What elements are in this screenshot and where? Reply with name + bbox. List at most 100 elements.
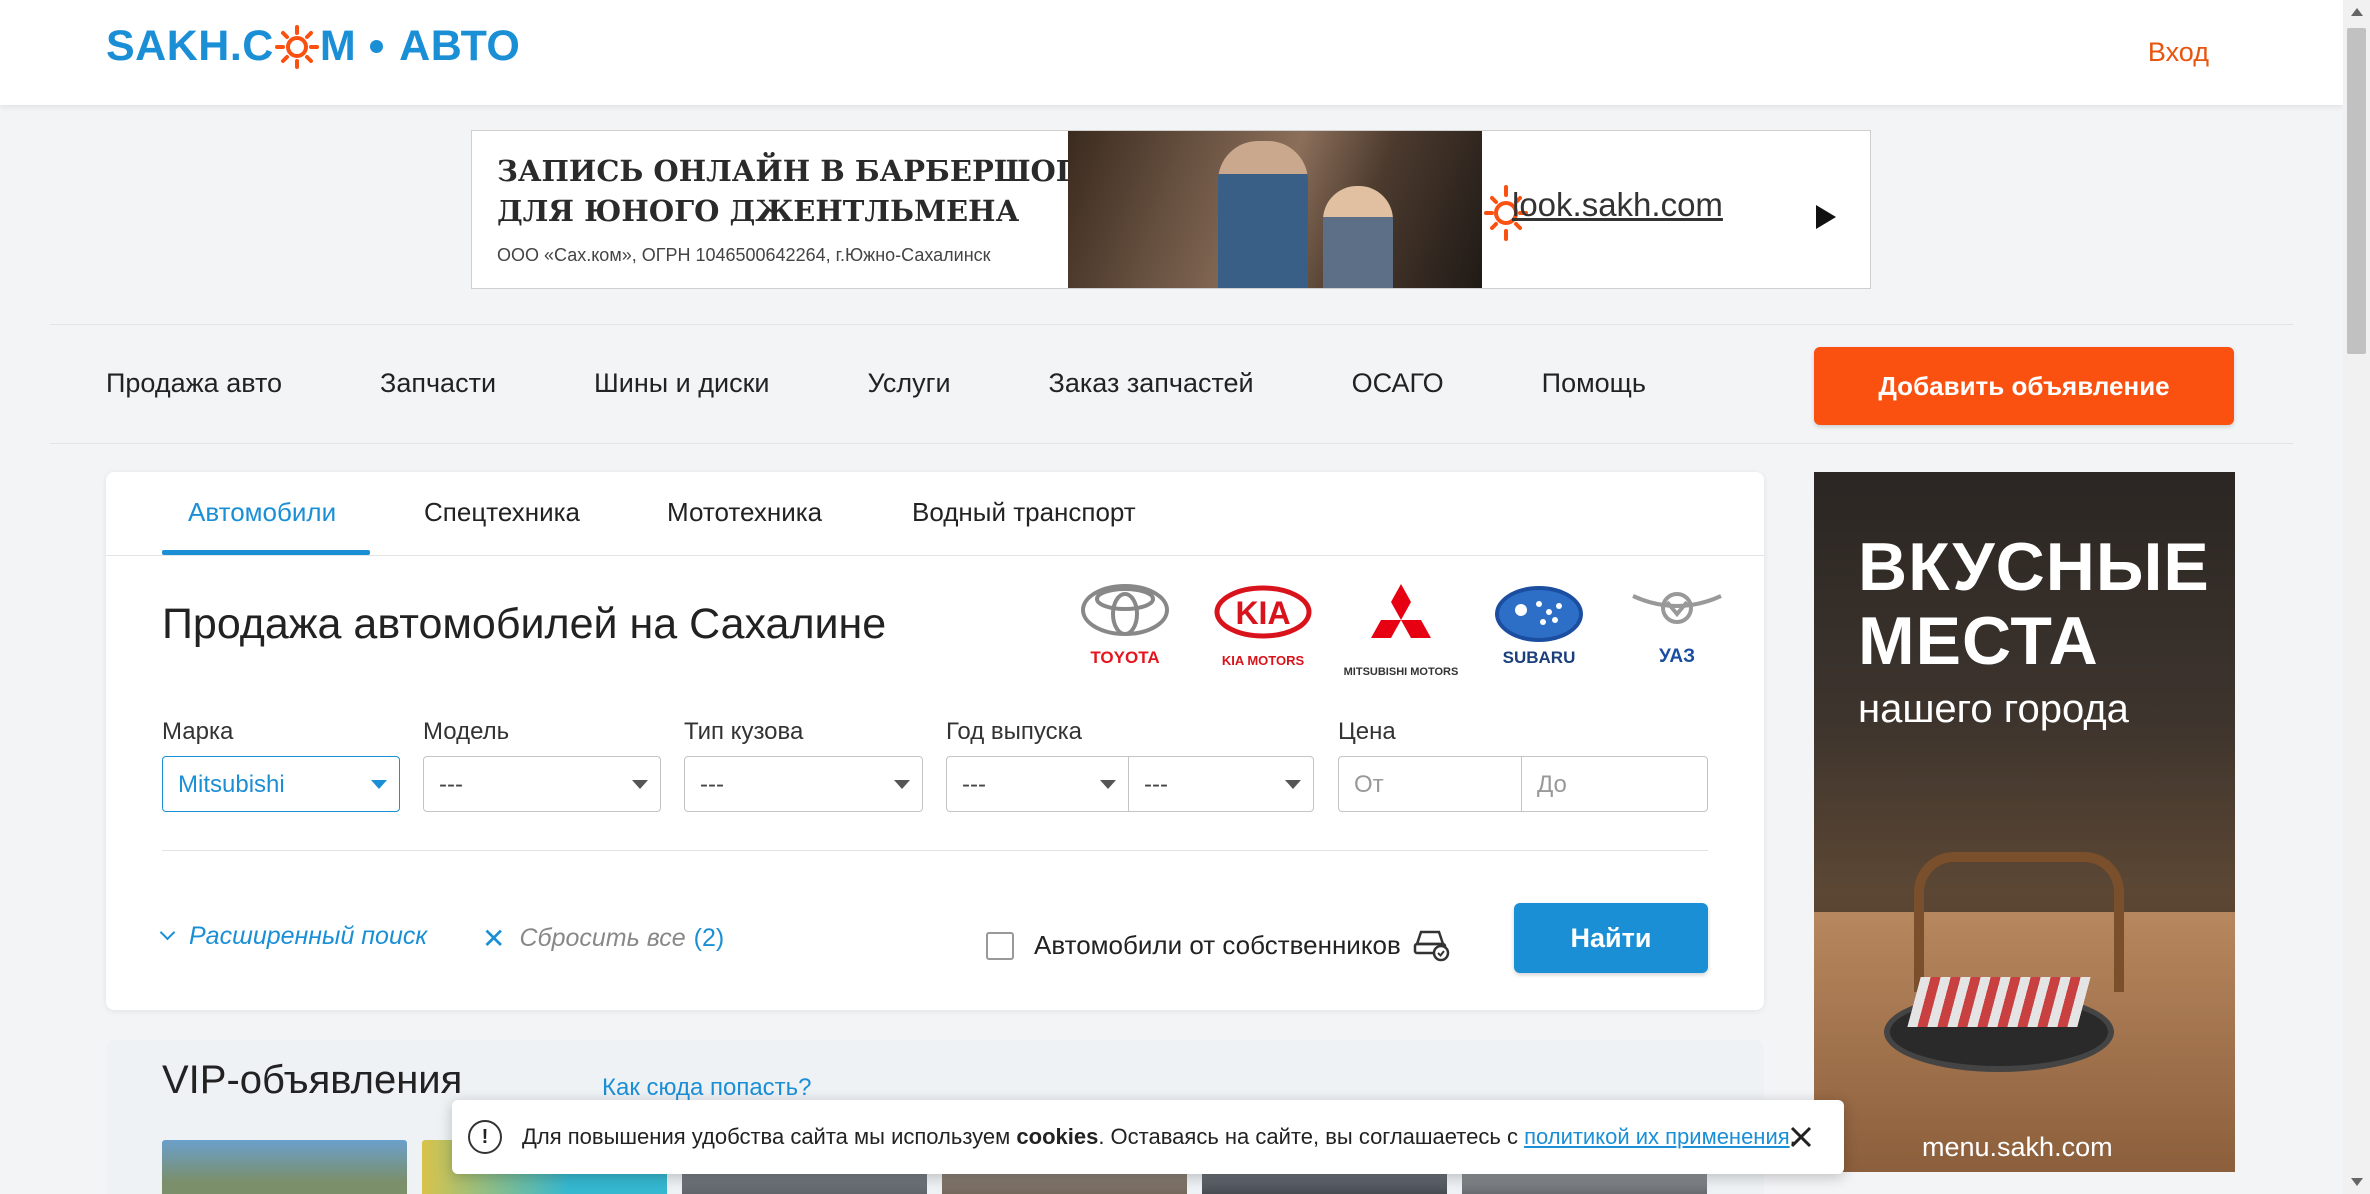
side-ad-url: menu.sakh.com xyxy=(1922,1132,2113,1162)
scroll-up-icon[interactable] xyxy=(2351,8,2363,16)
ad-napkin-image xyxy=(1907,977,2091,1027)
cookie-text-mid: . Оставаясь на сайте, вы соглашаетесь с xyxy=(1098,1124,1525,1149)
side-ad-line-2: МЕСТА xyxy=(1858,603,2099,679)
side-ad-headline: ВКУСНЫЕ МЕСТА xyxy=(1858,530,2210,678)
site-logo[interactable]: SAKH.C M АВТО xyxy=(106,22,520,71)
price-label: Цена xyxy=(1338,718,1396,745)
brand-kia[interactable]: KIA KIA MOTORS xyxy=(1194,582,1332,672)
tab-cars[interactable]: Автомобили xyxy=(188,497,336,528)
form-divider xyxy=(162,850,1708,851)
owners-only-filter[interactable]: Автомобили от собственников xyxy=(986,922,1451,969)
chevron-down-icon xyxy=(1100,780,1116,789)
body-select[interactable]: --- xyxy=(684,756,923,812)
year-to-value: --- xyxy=(1144,771,1168,798)
scrollbar-thumb[interactable] xyxy=(2347,28,2366,354)
advanced-search-toggle[interactable]: Расширенный поиск xyxy=(159,922,428,951)
price-from-placeholder: От xyxy=(1354,771,1384,798)
nav-item-car-sales[interactable]: Продажа авто xyxy=(106,368,282,399)
tab-moto[interactable]: Мототехника xyxy=(667,497,822,528)
brand-label-mitsubishi: MITSUBISHI MOTORS xyxy=(1343,666,1459,678)
body-value: --- xyxy=(700,771,724,798)
vip-thumbnail[interactable] xyxy=(162,1140,407,1194)
model-value: --- xyxy=(439,771,463,798)
cookie-policy-link[interactable]: политикой их применения xyxy=(1524,1124,1790,1149)
year-label: Год выпуска xyxy=(946,718,1082,745)
main-nav: Продажа авто Запчасти Шины и диски Услуг… xyxy=(106,368,1744,399)
model-label: Модель xyxy=(423,718,510,745)
category-tabs: Автомобили Спецтехника Мототехника Водны… xyxy=(106,472,1764,556)
mitsubishi-logo-icon xyxy=(1371,584,1431,638)
brand-label-toyota: TOYOTA xyxy=(1090,648,1160,667)
brand-toyota[interactable]: TOYOTA xyxy=(1056,582,1194,672)
model-select[interactable]: --- xyxy=(423,756,661,812)
top-banner-ad[interactable]: ЗАПИСЬ ОНЛАЙН В БАРБЕРШОП ДЛЯ ЮНОГО ДЖЕН… xyxy=(471,130,1871,289)
tab-special[interactable]: Спецтехника xyxy=(424,497,580,528)
nav-item-parts[interactable]: Запчасти xyxy=(380,368,496,399)
nav-item-services[interactable]: Услуги xyxy=(868,368,951,399)
chevron-down-icon xyxy=(159,924,176,941)
brand-subaru[interactable]: SUBARU xyxy=(1470,582,1608,672)
logo-section: АВТО xyxy=(399,22,521,70)
cookie-text-before: Для повышения удобства сайта мы использу… xyxy=(522,1124,1017,1149)
active-tab-indicator xyxy=(162,550,370,555)
login-link[interactable]: Вход xyxy=(2148,37,2209,68)
sun-icon xyxy=(274,24,319,69)
svg-text:KIA: KIA xyxy=(1235,595,1290,631)
side-ad-subline: нашего города xyxy=(1858,687,2129,731)
tab-water[interactable]: Водный транспорт xyxy=(912,497,1136,528)
subaru-logo-icon xyxy=(1495,586,1583,642)
owners-checkbox[interactable] xyxy=(986,931,1014,960)
cookie-notice: ! Для повышения удобства сайта мы исполь… xyxy=(452,1100,1844,1174)
nav-item-osago[interactable]: ОСАГО xyxy=(1352,368,1444,399)
find-button[interactable]: Найти xyxy=(1514,903,1708,973)
body-label: Тип кузова xyxy=(684,718,804,745)
page: SAKH.C M АВТО Вход ЗАПИСЬ ОНЛАЙН В БАРБЕ… xyxy=(0,0,2370,1194)
banner-site-link[interactable]: look.sakh.com xyxy=(1512,186,1723,224)
banner-legal: ООО «Сах.ком», ОГРН 1046500642264, г.Южн… xyxy=(497,245,991,265)
nav-item-tires[interactable]: Шины и диски xyxy=(594,368,769,399)
nav-divider-bottom xyxy=(50,443,2293,444)
search-card: Автомобили Спецтехника Мототехника Водны… xyxy=(106,472,1764,1010)
banner-headline: ЗАПИСЬ ОНЛАЙН В БАРБЕРШОП ДЛЯ ЮНОГО ДЖЕН… xyxy=(497,151,1083,231)
add-listing-button[interactable]: Добавить объявление xyxy=(1814,347,2234,425)
reset-all-button[interactable]: ✕ Сбросить все (2) xyxy=(482,922,724,955)
price-to-input[interactable]: До xyxy=(1521,756,1708,812)
banner-photo-barber xyxy=(1218,141,1308,288)
vip-how-link[interactable]: Как сюда попасть? xyxy=(602,1074,812,1102)
year-from-value: --- xyxy=(962,771,986,798)
brand-mitsubishi[interactable]: MITSUBISHI MOTORS xyxy=(1332,582,1470,678)
chevron-down-icon xyxy=(1285,780,1301,789)
chevron-down-icon xyxy=(371,780,387,789)
chevron-down-icon xyxy=(632,780,648,789)
make-select[interactable]: Mitsubishi xyxy=(162,756,400,812)
brand-label-kia: KIA MOTORS xyxy=(1221,653,1305,668)
car-check-icon xyxy=(1411,922,1451,969)
side-ad-line-1: ВКУСНЫЕ xyxy=(1858,529,2210,605)
advanced-search-label: Расширенный поиск xyxy=(189,922,428,950)
side-banner-ad[interactable]: ВКУСНЫЕ МЕСТА нашего города menu.sakh.co… xyxy=(1814,472,2235,1172)
owners-label: Автомобили от собственников xyxy=(1034,930,1401,960)
uaz-logo-icon xyxy=(1632,592,1722,624)
nav-item-help[interactable]: Помощь xyxy=(1542,368,1646,399)
nav-item-parts-order[interactable]: Заказ запчастей xyxy=(1049,368,1254,399)
page-scrollbar[interactable] xyxy=(2343,0,2370,1194)
reset-count: (2) xyxy=(693,924,725,952)
brand-uaz[interactable]: УАЗ xyxy=(1608,582,1746,672)
price-from-input[interactable]: От xyxy=(1338,756,1522,812)
close-icon[interactable] xyxy=(1784,1120,1818,1154)
page-title: Продажа автомобилей на Сахалине xyxy=(162,600,887,648)
brand-label-subaru: SUBARU xyxy=(1502,648,1576,667)
year-to-select[interactable]: --- xyxy=(1128,756,1314,812)
make-value: Mitsubishi xyxy=(178,771,285,798)
year-from-select[interactable]: --- xyxy=(946,756,1129,812)
banner-line-1: ЗАПИСЬ ОНЛАЙН В БАРБЕРШОП xyxy=(497,154,1084,188)
ad-chair-image xyxy=(1914,852,2124,992)
toyota-logo-icon xyxy=(1081,584,1169,636)
logo-dot xyxy=(370,40,384,53)
scroll-down-icon[interactable] xyxy=(2351,1178,2363,1186)
close-icon: ✕ xyxy=(482,923,506,954)
brand-logos: TOYOTA KIA KIA MOTORS MITSUBISHI MOTORS xyxy=(1056,582,1746,678)
banner-photo xyxy=(1068,131,1482,288)
brand-label-uaz: УАЗ xyxy=(1658,646,1695,667)
reset-label: Сбросить все xyxy=(519,924,686,952)
